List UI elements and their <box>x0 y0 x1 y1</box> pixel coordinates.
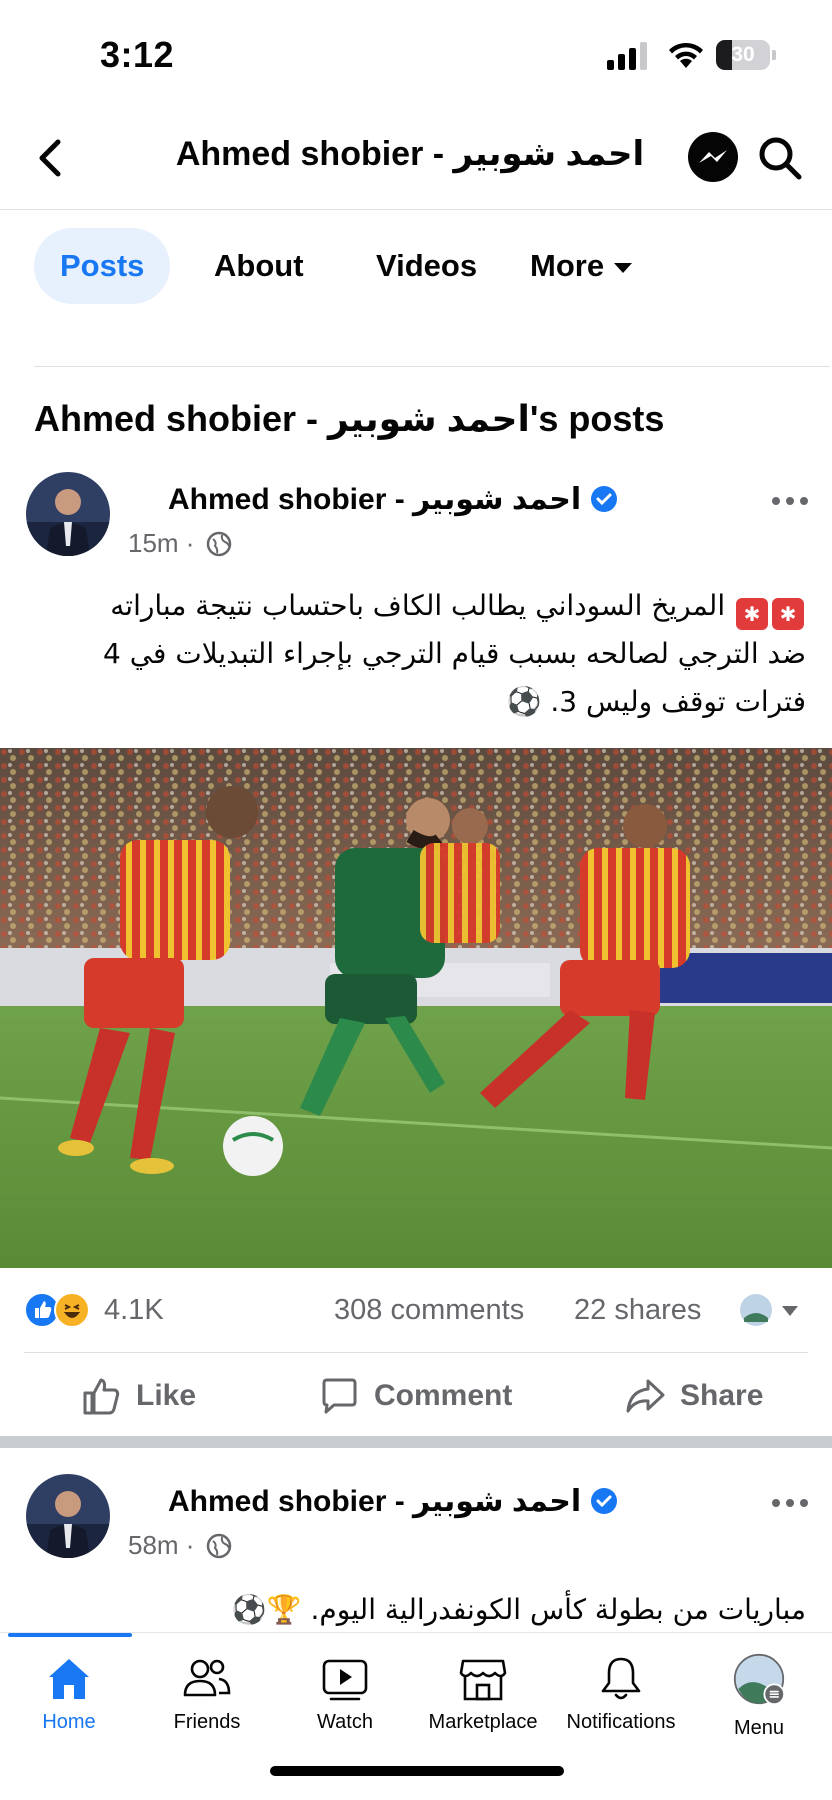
nav-watch[interactable]: Watch <box>276 1647 414 1747</box>
nav-watch-label: Watch <box>317 1711 373 1733</box>
post-header: Ahmed shobier - احمد شوبير 58m · <box>0 1470 832 1580</box>
home-icon <box>49 1659 89 1699</box>
more-options-icon[interactable] <box>768 486 812 516</box>
tab-about[interactable]: About <box>188 228 330 304</box>
post-text-line-1: مباريات من بطولة كأس الكونفدرالية اليوم.… <box>231 1593 806 1626</box>
author-avatar[interactable] <box>26 1474 110 1558</box>
active-tab-indicator <box>8 1633 132 1637</box>
share-count[interactable]: 22 shares <box>574 1294 701 1327</box>
reaction-summary[interactable]: 4.1K 308 comments 22 shares <box>24 1292 808 1332</box>
nav-menu-label: Menu <box>733 1717 785 1739</box>
profile-tabs: Posts About Videos More <box>34 228 814 304</box>
haha-reaction-icon <box>54 1292 90 1328</box>
page-header: Ahmed shobier - احمد شوبير <box>0 110 832 210</box>
tab-more[interactable]: More <box>504 228 658 304</box>
soccer-ball-icon: ⚽ <box>231 1593 267 1626</box>
comment-button[interactable]: Comment <box>318 1353 512 1439</box>
tab-posts[interactable]: Posts <box>34 228 171 304</box>
wifi-icon <box>669 42 703 68</box>
tab-videos[interactable]: Videos <box>350 228 503 304</box>
siren-icon: ✱ <box>772 598 804 630</box>
share-button[interactable]: Share <box>624 1353 763 1439</box>
reaction-as-selector[interactable] <box>738 1292 808 1328</box>
tab-more-label: More <box>530 248 605 283</box>
divider <box>34 366 830 367</box>
nav-marketplace-label: Marketplace <box>428 1711 538 1733</box>
back-arrow-icon[interactable] <box>28 134 72 182</box>
post-text-line-3: فترات توقف وليس 3. ⚽ <box>506 685 806 718</box>
cellular-signal-icon <box>607 42 647 70</box>
post-author[interactable]: Ahmed shobier - احمد شوبير <box>168 482 618 517</box>
messenger-icon[interactable] <box>686 130 740 184</box>
trophy-icon: 🏆 <box>266 1593 302 1626</box>
post-author[interactable]: Ahmed shobier - احمد شوبير <box>168 1484 618 1519</box>
reaction-count: 4.1K <box>104 1294 164 1326</box>
share-arrow-icon <box>626 1379 665 1413</box>
thumbs-up-icon <box>83 1378 120 1415</box>
menu-avatar <box>730 1653 788 1711</box>
caret-down-icon <box>614 262 633 273</box>
battery-icon: 30 <box>716 40 776 70</box>
comment-button-label: Comment <box>374 1379 513 1412</box>
post-meta: 58m · <box>128 1530 232 1561</box>
post-separator <box>0 1436 832 1448</box>
post-text: ✱✱ المريخ السوداني يطالب الكاف باحتساب ن… <box>30 582 806 726</box>
friends-icon <box>183 1659 231 1697</box>
post-author-name: Ahmed shobier - احمد شوبير <box>168 1485 582 1518</box>
post-time: 58m <box>128 1530 179 1560</box>
nav-marketplace[interactable]: Marketplace <box>414 1647 552 1747</box>
battery-level: 30 <box>731 43 755 66</box>
like-button[interactable]: Like <box>80 1353 196 1439</box>
status-bar: 3:12 30 <box>0 0 832 110</box>
post-header: Ahmed shobier - احمد شوبير 15m · <box>0 468 832 578</box>
nav-menu[interactable]: Menu <box>690 1647 828 1747</box>
more-options-icon[interactable] <box>768 1488 812 1518</box>
home-indicator-bar[interactable] <box>270 1766 564 1776</box>
globe-icon <box>206 531 231 557</box>
verified-badge-icon <box>590 486 617 512</box>
bell-icon <box>601 1657 641 1700</box>
author-avatar[interactable] <box>26 472 110 556</box>
scrolled-content-edge: ····· <box>100 306 170 328</box>
like-button-label: Like <box>136 1379 197 1412</box>
comment-count[interactable]: 308 comments <box>334 1294 524 1327</box>
status-time: 3:12 <box>100 34 175 75</box>
globe-icon <box>206 1533 231 1559</box>
marketplace-icon <box>459 1659 507 1701</box>
post-text: مباريات من بطولة كأس الكونفدرالية اليوم.… <box>30 1586 806 1634</box>
post-text-line-1: ✱✱ المريخ السوداني يطالب الكاف باحتساب ن… <box>30 582 806 630</box>
nav-notifications[interactable]: Notifications <box>552 1647 690 1747</box>
post-photo[interactable] <box>0 748 832 1268</box>
nav-friends-label: Friends <box>173 1711 241 1733</box>
watch-icon <box>322 1659 368 1701</box>
post-author-name: Ahmed shobier - احمد شوبير <box>168 483 582 516</box>
posts-section-heading: Ahmed shobier - احمد شوبير's posts <box>34 398 665 439</box>
nav-notifications-label: Notifications <box>566 1711 676 1733</box>
post-action-bar: Like Comment Share <box>24 1352 808 1438</box>
verified-badge-icon <box>590 1488 617 1514</box>
post-meta: 15m · <box>128 528 232 559</box>
nav-home-label: Home <box>42 1711 96 1733</box>
nav-home[interactable]: Home <box>0 1647 138 1747</box>
post-time: 15m <box>128 528 179 558</box>
share-button-label: Share <box>680 1379 764 1412</box>
soccer-ball-icon: ⚽ <box>506 685 542 718</box>
siren-icon: ✱ <box>736 598 768 630</box>
search-icon[interactable] <box>756 134 804 182</box>
nav-friends[interactable]: Friends <box>138 1647 276 1747</box>
page-title: Ahmed shobier - احمد شوبير <box>175 135 645 173</box>
comment-bubble-icon <box>322 1378 357 1414</box>
post-text-line-2: ضد الترجي لصالحه بسبب قيام الترجي بإجراء… <box>102 637 806 670</box>
